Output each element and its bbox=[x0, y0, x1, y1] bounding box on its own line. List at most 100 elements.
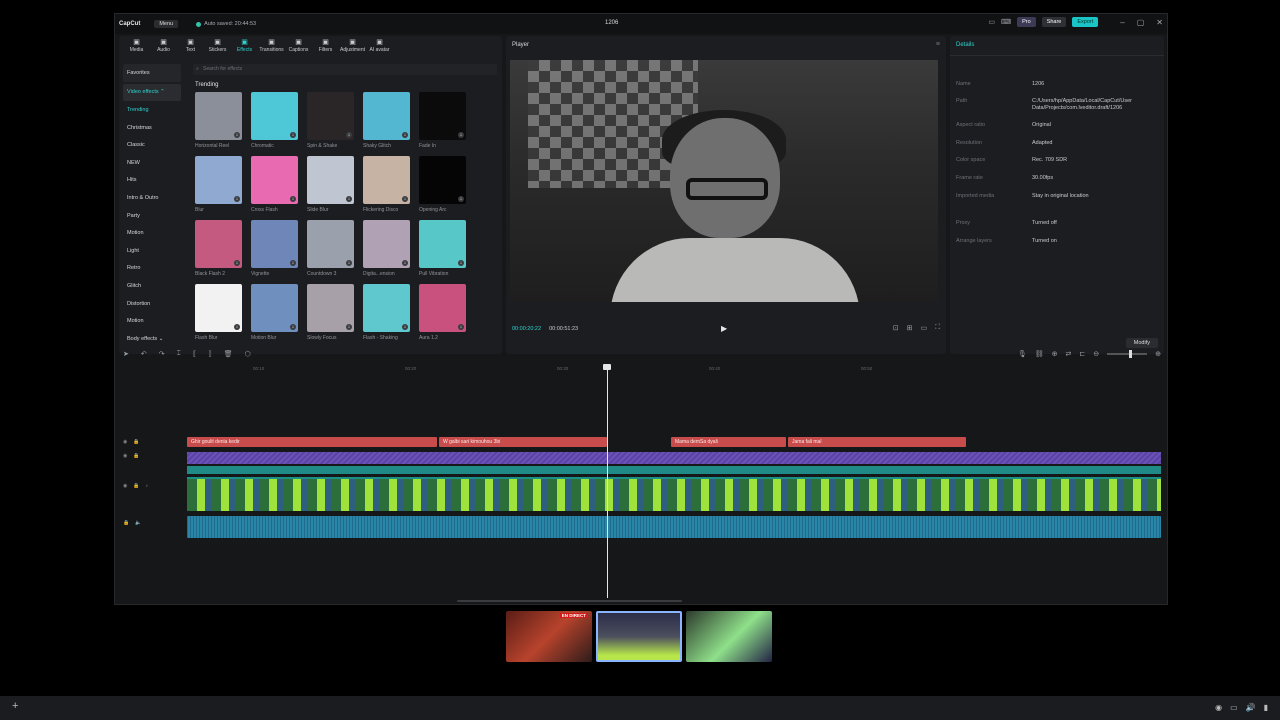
effect-tile[interactable]: ↓ bbox=[307, 220, 354, 268]
effect-tile[interactable]: ↓ bbox=[419, 220, 466, 268]
tool-effects[interactable]: ▣ Effects bbox=[231, 36, 258, 56]
download-icon[interactable]: ↓ bbox=[402, 132, 408, 138]
category-item[interactable]: Glitch bbox=[123, 277, 181, 295]
download-icon[interactable]: ↓ bbox=[458, 260, 464, 266]
download-icon[interactable]: ↓ bbox=[346, 324, 352, 330]
tool-stickers[interactable]: ▣ Stickers bbox=[204, 36, 231, 56]
effect-tile[interactable]: ↓ bbox=[363, 92, 410, 140]
tool-filters[interactable]: ▣ Filters bbox=[312, 36, 339, 56]
download-icon[interactable]: ↓ bbox=[458, 132, 464, 138]
download-icon[interactable]: ↓ bbox=[234, 132, 240, 138]
pro-button[interactable]: Pro bbox=[1017, 17, 1036, 27]
playhead-line[interactable] bbox=[607, 366, 608, 598]
effect-tile[interactable]: ↓ bbox=[307, 284, 354, 332]
effect-tile[interactable]: ↓ bbox=[419, 92, 466, 140]
crop-icon[interactable]: ⊡ bbox=[893, 324, 899, 332]
split-left-icon[interactable]: ⟦ bbox=[193, 350, 196, 358]
split-icon[interactable]: ⌶ bbox=[177, 350, 181, 358]
tool-text[interactable]: ▣ Text bbox=[177, 36, 204, 56]
tool-adjustment[interactable]: ▣ Adjustment bbox=[339, 36, 366, 56]
download-icon[interactable]: ↓ bbox=[234, 260, 240, 266]
mic-icon[interactable]: 🎙 bbox=[1018, 350, 1027, 358]
category-favorites[interactable]: Favorites bbox=[123, 64, 181, 82]
category-item[interactable]: Light bbox=[123, 242, 181, 260]
fit-icon[interactable]: ⊞ bbox=[907, 324, 913, 332]
fullscreen-icon[interactable]: ⛶ bbox=[935, 324, 940, 332]
effect-tile[interactable]: ↓ bbox=[195, 220, 242, 268]
download-icon[interactable]: ↓ bbox=[458, 196, 464, 202]
select-tool-icon[interactable]: ➤ bbox=[123, 350, 129, 358]
magnet-icon[interactable]: ⊕ bbox=[1052, 350, 1058, 358]
track-lock-icon[interactable]: 🔒 bbox=[133, 453, 139, 459]
download-icon[interactable]: ↓ bbox=[402, 324, 408, 330]
timeline-ruler[interactable]: 00:10 00:20 00:30 00:40 00:50 bbox=[187, 366, 1161, 374]
play-button[interactable]: ▶ bbox=[721, 324, 727, 333]
track-mute-icon[interactable]: 🔈 bbox=[135, 520, 141, 526]
thumbnail-stream[interactable]: EN DIRECT bbox=[506, 611, 592, 662]
download-icon[interactable]: ↓ bbox=[234, 196, 240, 202]
effect-tile[interactable]: ↓ bbox=[195, 156, 242, 204]
download-icon[interactable]: ↓ bbox=[402, 260, 408, 266]
text-clip[interactable]: Jama fali mal bbox=[788, 437, 966, 447]
effect-tile[interactable]: ↓ bbox=[195, 284, 242, 332]
track-lock-icon[interactable]: 🔒 bbox=[123, 520, 129, 526]
category-item[interactable]: Motion bbox=[123, 224, 181, 242]
battery-icon[interactable]: ▮ bbox=[1264, 703, 1268, 712]
video-clip[interactable] bbox=[187, 477, 1161, 511]
filter-clip[interactable] bbox=[187, 466, 1161, 474]
download-icon[interactable]: ↓ bbox=[290, 132, 296, 138]
timeline-scrollbar[interactable] bbox=[457, 600, 682, 602]
volume-icon[interactable]: 🔊 bbox=[1246, 703, 1256, 712]
zoom-out-icon[interactable]: ⊖ bbox=[1093, 350, 1099, 358]
thumbnail-camera[interactable] bbox=[686, 611, 772, 662]
tool-captions[interactable]: ▣ Captions bbox=[285, 36, 312, 56]
category-item[interactable]: Hits bbox=[123, 172, 181, 190]
effect-tile[interactable]: ↓ bbox=[251, 220, 298, 268]
text-clip[interactable]: Ghir goulit denia kedir bbox=[187, 437, 437, 447]
effects-search-input[interactable]: ⌕ Search for effects bbox=[193, 64, 497, 75]
menu-button[interactable]: Menu bbox=[154, 20, 179, 28]
export-button[interactable]: Export bbox=[1072, 17, 1099, 27]
download-icon[interactable]: ↓ bbox=[290, 324, 296, 330]
track-eye-icon[interactable]: ◉ bbox=[123, 439, 127, 445]
link-icon[interactable]: ⛓ bbox=[1035, 350, 1044, 358]
effect-tile[interactable]: ↓ bbox=[307, 156, 354, 204]
effect-tile[interactable]: ↓ bbox=[363, 284, 410, 332]
track-audio-icon[interactable]: ♪ bbox=[146, 483, 149, 489]
track-lock-icon[interactable]: 🔒 bbox=[133, 483, 139, 489]
category-item[interactable]: Retro bbox=[123, 260, 181, 278]
text-clip[interactable]: W galbi sari kimouhou 3bi bbox=[439, 437, 607, 447]
marker-icon[interactable]: ⬡ bbox=[245, 350, 251, 358]
track-eye-icon[interactable]: ◉ bbox=[123, 453, 127, 459]
text-clip[interactable]: Mama demSa dyali bbox=[671, 437, 786, 447]
effect-tile[interactable]: ↓ bbox=[307, 92, 354, 140]
effect-clip[interactable] bbox=[187, 452, 1161, 464]
maximize-icon[interactable]: ▢ bbox=[1137, 18, 1145, 27]
effect-tile[interactable]: ↓ bbox=[419, 156, 466, 204]
snap-icon[interactable]: ⇄ bbox=[1066, 350, 1072, 358]
tool-ai-avatar[interactable]: ▣ AI avatar bbox=[366, 36, 393, 56]
video-preview[interactable] bbox=[510, 60, 938, 302]
track-eye-icon[interactable]: ◉ bbox=[123, 483, 127, 489]
effect-tile[interactable]: ↓ bbox=[251, 284, 298, 332]
download-icon[interactable]: ↓ bbox=[346, 260, 352, 266]
undo-icon[interactable]: ↶ bbox=[141, 350, 147, 358]
download-icon[interactable]: ↓ bbox=[290, 260, 296, 266]
effect-tile[interactable]: ↓ bbox=[251, 92, 298, 140]
category-video-effects[interactable]: Video effects ⌃ bbox=[123, 83, 181, 102]
category-item[interactable]: Classic bbox=[123, 136, 181, 154]
tool-transitions[interactable]: ▣ Transitions bbox=[258, 36, 285, 56]
shortcut-icon[interactable]: ⌨ bbox=[1001, 18, 1011, 26]
category-item[interactable]: Distortion bbox=[123, 295, 181, 313]
display-icon[interactable]: ▭ bbox=[1230, 703, 1238, 712]
share-button[interactable]: Share bbox=[1041, 17, 1067, 27]
track-lock-icon[interactable]: 🔒 bbox=[133, 439, 139, 445]
category-item[interactable]: Party bbox=[123, 207, 181, 225]
download-icon[interactable]: ↓ bbox=[234, 324, 240, 330]
redo-icon[interactable]: ↷ bbox=[159, 350, 165, 358]
effect-tile[interactable]: ↓ bbox=[419, 284, 466, 332]
category-item[interactable]: Trending bbox=[123, 101, 181, 119]
category-body-effects[interactable]: Body effects ⌄ bbox=[123, 330, 181, 348]
download-icon[interactable]: ↓ bbox=[346, 132, 352, 138]
category-item[interactable]: NEW bbox=[123, 154, 181, 172]
